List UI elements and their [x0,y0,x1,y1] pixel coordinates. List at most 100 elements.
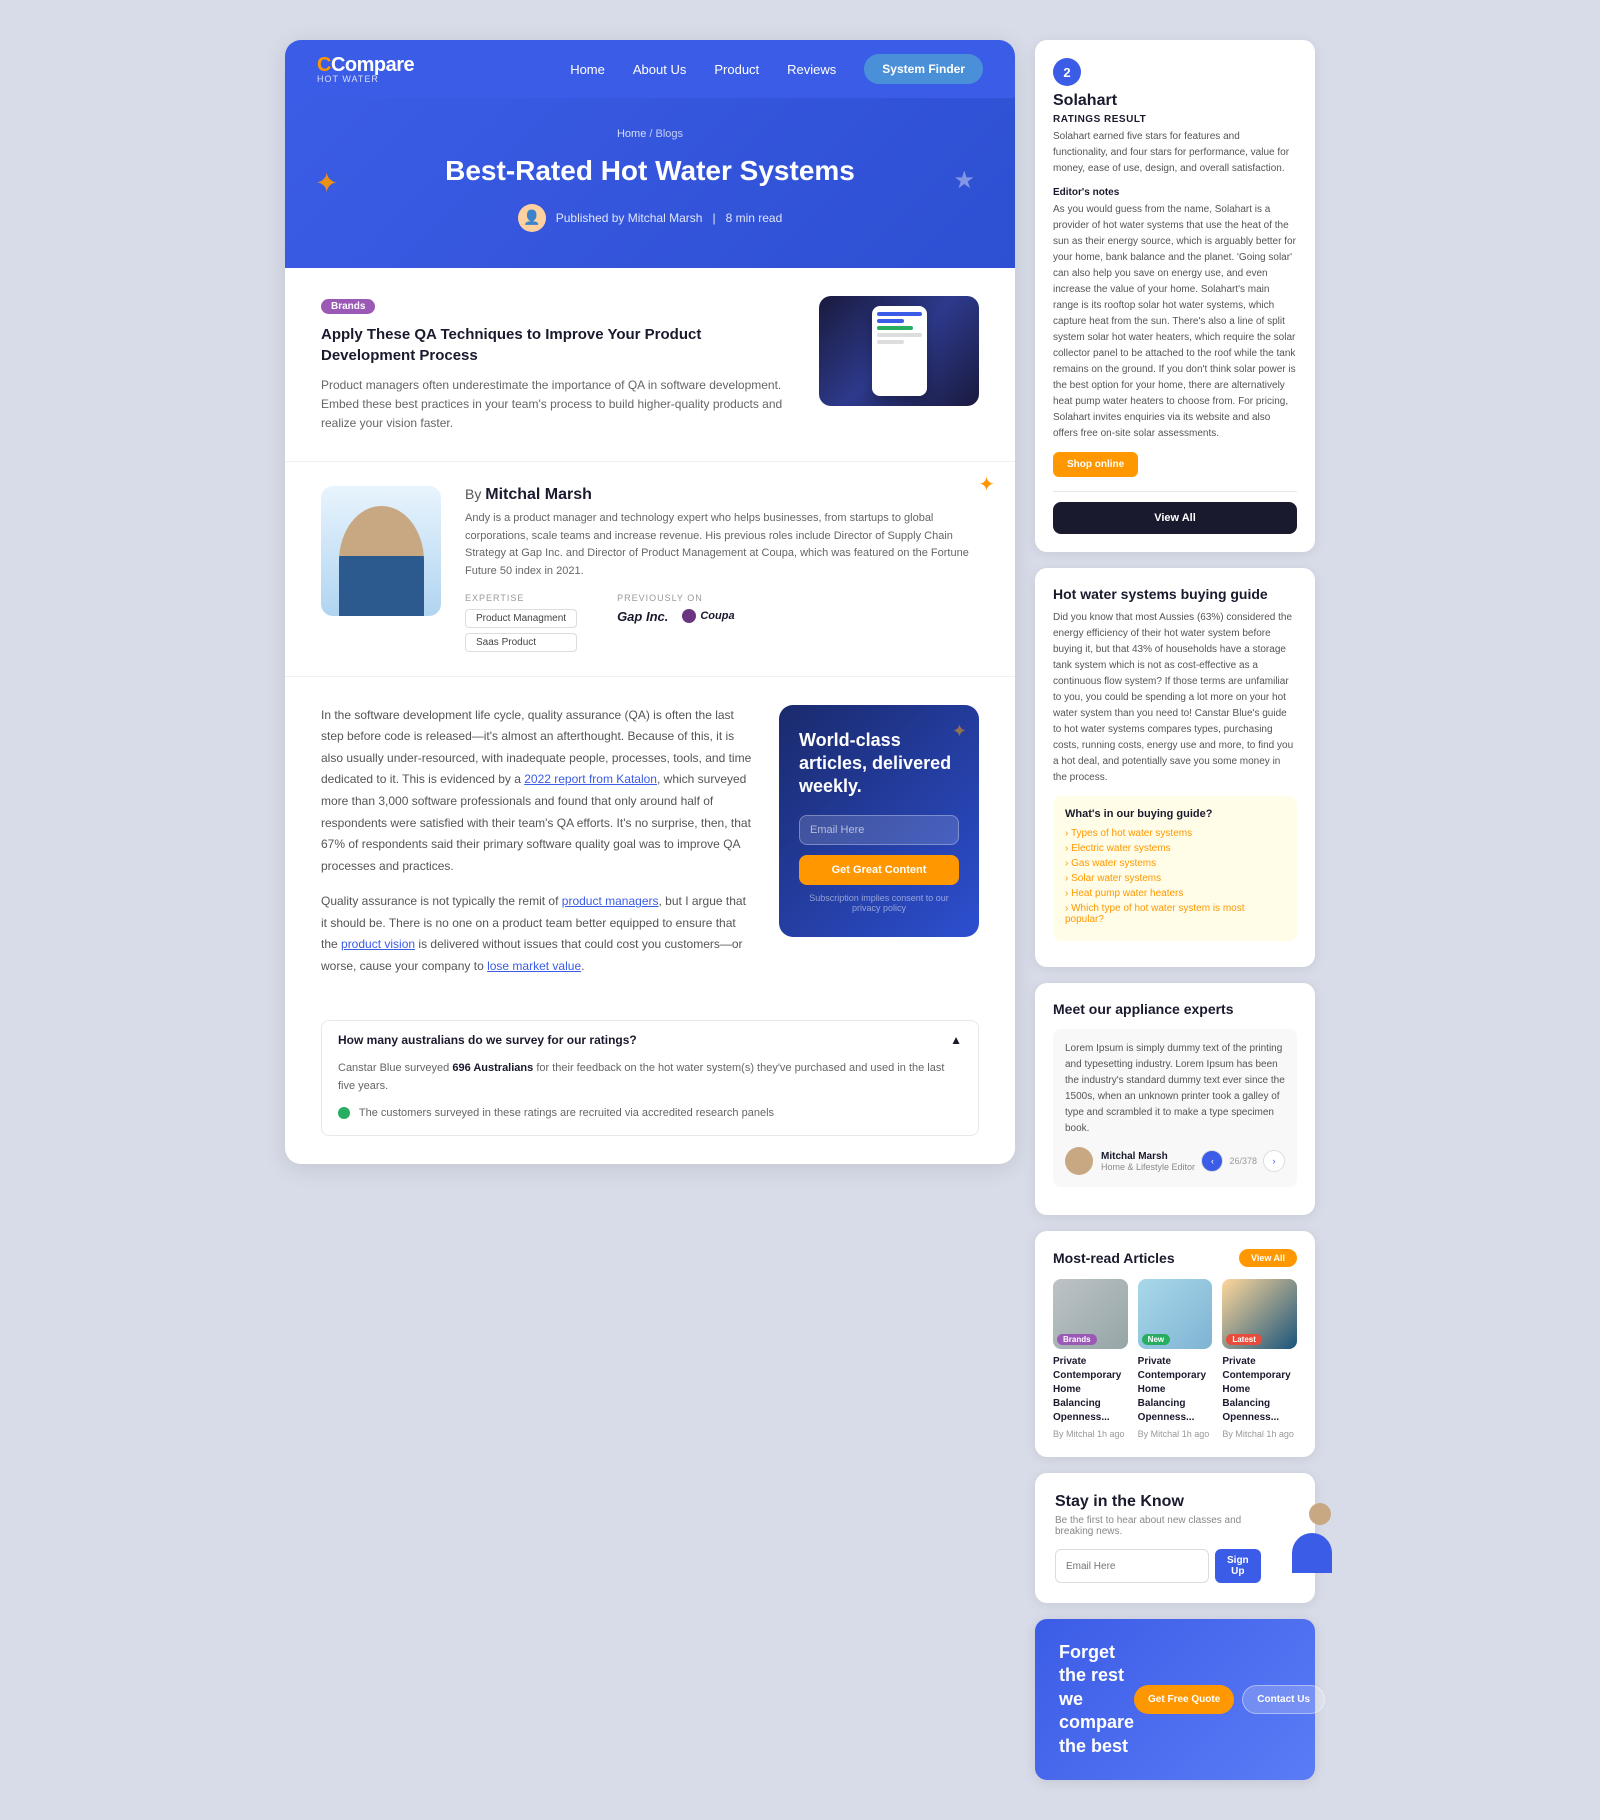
stay-subtitle: Be the first to hear about new classes a… [1055,1515,1261,1537]
expert-info: Mitchal Marsh Home & Lifestyle Editor [1065,1147,1195,1175]
author-figure [339,506,424,616]
author-by-line: By Mitchal Marsh [465,486,979,504]
logo: CCompare Hot Water [317,55,414,84]
expert-name: Mitchal Marsh [1101,1151,1195,1162]
article-main-text: In the software development life cycle, … [321,705,755,992]
logo-text: CCompare [317,55,414,75]
article-card: Brands Apply These QA Techniques to Impr… [285,268,1015,463]
view-all-button[interactable]: View All [1053,502,1297,534]
previously-label: Previously on [617,593,735,603]
buying-guide-link[interactable]: Types of hot water systems [1065,828,1285,839]
expertise-tag: Product Managment [465,609,577,628]
buying-guide-link[interactable]: Which type of hot water system is most p… [1065,903,1285,925]
author-avatar: 👤 [518,204,546,232]
orange-deco-icon: ✦ [978,472,995,497]
expert-next-button[interactable]: › [1263,1150,1285,1172]
experts-card: Meet our appliance experts Lorem Ipsum i… [1035,983,1315,1215]
buying-guide-title: Hot water systems buying guide [1053,586,1297,602]
article-2-badge: New [1142,1334,1170,1345]
author-bio-section: ✦ By Mitchal Marsh Andy is a product man… [285,462,1015,676]
author-photo [321,486,441,616]
expert-count: 26/378 [1229,1156,1257,1166]
gap-inc-logo: Gap Inc. [617,609,668,624]
article-link-pm[interactable]: product managers [562,894,659,908]
ratings-text: Solahart earned five stars for features … [1053,129,1297,177]
article-3-title: Private Contemporary Home Balancing Open… [1222,1355,1297,1425]
ratings-label: Ratings result [1053,114,1297,125]
author-info: 👤 Published by Mitchal Marsh | 8 min rea… [325,204,975,232]
previous-company-logos: Gap Inc. Coupa [617,609,735,624]
article-3-image: Latest [1222,1279,1297,1349]
coupa-logo: Coupa [682,609,734,623]
expertise-label: EXPERTISE [465,593,577,603]
screen-line [877,340,904,344]
expertise-group: EXPERTISE Product Managment Saas Product [465,593,577,652]
expert-nav: ‹ 26/378 › [1201,1150,1285,1172]
article-2-title: Private Contemporary Home Balancing Open… [1138,1355,1213,1425]
stay-email-input[interactable] [1055,1549,1209,1583]
nav-about[interactable]: About Us [633,62,686,77]
published-by: Published by Mitchal Marsh [556,211,703,225]
expert-card-item: Lorem Ipsum is simply dummy text of the … [1053,1029,1297,1187]
contact-us-button[interactable]: Contact Us [1242,1685,1325,1714]
article-link-market[interactable]: lose market value [487,959,581,973]
previously-group: Previously on Gap Inc. Coupa [617,593,735,652]
nav-links: Home About Us Product Reviews System Fin… [570,54,983,84]
expert-footer: Mitchal Marsh Home & Lifestyle Editor ‹ … [1065,1147,1285,1175]
nav-reviews[interactable]: Reviews [787,62,836,77]
stay-signup-button[interactable]: Sign Up [1215,1549,1261,1583]
buying-guide-link[interactable]: Heat pump water heaters [1065,888,1285,899]
cta-actions: Get Free Quote Contact Us [1134,1685,1325,1714]
nav-product[interactable]: Product [714,62,759,77]
nav-home[interactable]: Home [570,62,605,77]
screen-line [877,312,922,316]
editors-label: Editor's notes [1053,187,1297,198]
faq-header[interactable]: How many australians do we survey for ou… [322,1021,978,1059]
most-read-view-all-link[interactable]: View All [1239,1249,1297,1267]
article-3-meta: By Mitchal 1h ago [1222,1429,1297,1439]
buying-guide-links-section: What's in our buying guide? Types of hot… [1053,796,1297,941]
illustration-figure [1284,1503,1339,1573]
most-read-article-2: New Private Contemporary Home Balancing … [1138,1279,1213,1439]
article-text-section: In the software development life cycle, … [285,677,1015,1020]
solahart-name: Solahart [1053,92,1297,110]
system-finder-button[interactable]: System Finder [864,54,983,84]
logo-subtitle: Hot Water [317,75,414,84]
read-time: 8 min read [726,211,783,225]
article-card-content: Brands Apply These QA Techniques to Impr… [321,296,795,434]
buying-guide-link[interactable]: Gas water systems [1065,858,1285,869]
shop-online-button[interactable]: Shop online [1053,452,1138,477]
faq-bullet-icon [338,1107,350,1119]
breadcrumb-home-link[interactable]: Home [617,128,646,140]
divider [1053,491,1297,492]
screen-line [877,333,922,337]
solahart-card: 2 Solahart Ratings result Solahart earne… [1035,40,1315,552]
stay-content: Stay in the Know Be the first to hear ab… [1055,1493,1261,1583]
hero-section: ✦ ★ Home / Blogs Best-Rated Hot Water Sy… [285,98,1015,268]
article-1-meta: By Mitchal 1h ago [1053,1429,1128,1439]
experts-title: Meet our appliance experts [1053,1001,1297,1017]
article-link-katalon[interactable]: 2022 report from Katalon [524,772,657,786]
author-name: Mitchal Marsh [485,486,592,503]
article-1-image: Brands [1053,1279,1128,1349]
newsletter-submit-button[interactable]: Get Great Content [799,855,959,885]
newsletter-email-input[interactable] [799,815,959,845]
expertise-section: EXPERTISE Product Managment Saas Product… [465,593,979,652]
cta-banner: Forget the rest we compare the best Get … [1035,1619,1315,1780]
most-read-title: Most-read Articles [1053,1250,1175,1266]
article-link-vision[interactable]: product vision [341,937,415,951]
screen-line [877,319,904,323]
buying-guide-link[interactable]: Electric water systems [1065,843,1285,854]
newsletter-heading: World-class articles, delivered weekly. [799,729,959,799]
faq-body: Canstar Blue surveyed 696 Australians fo… [322,1059,978,1135]
get-free-quote-button[interactable]: Get Free Quote [1134,1685,1234,1714]
buying-guide-link[interactable]: Solar water systems [1065,873,1285,884]
figure-body [1292,1533,1332,1573]
most-read-card: Most-read Articles View All Brands Priva… [1035,1231,1315,1457]
expert-prev-button[interactable]: ‹ [1201,1150,1223,1172]
article-2-meta: By Mitchal 1h ago [1138,1429,1213,1439]
buying-guide-highlight-title: What's in our buying guide? [1065,808,1285,820]
coupa-icon [682,609,696,623]
article-card-image [819,296,979,406]
author-bio-content: By Mitchal Marsh Andy is a product manag… [465,486,979,651]
